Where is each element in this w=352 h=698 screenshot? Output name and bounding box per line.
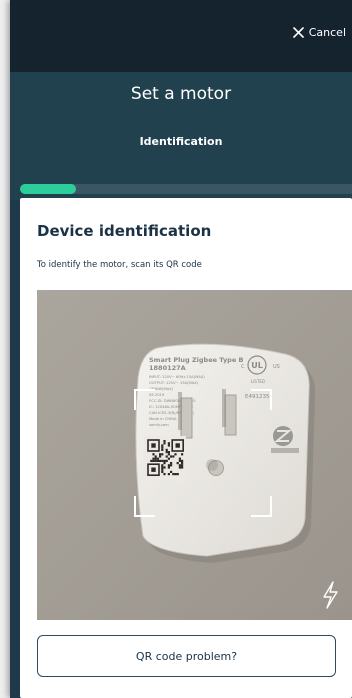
device-label-output: OUTPUT: 120V~ 15A(MAX) [149, 381, 199, 385]
identification-card: Device identification To identify the mo… [20, 198, 352, 698]
svg-text:C: C [241, 364, 245, 370]
device-label-name: Smart Plug Zigbee Type B [149, 356, 244, 364]
device-label-site: somfy.com [149, 423, 169, 427]
qr-code-problem-button[interactable]: QR code problem? [37, 635, 336, 677]
app-frame: Cancel Set a motor Identification Device… [10, 0, 352, 698]
close-icon [292, 27, 304, 38]
header: Set a motor Identification [10, 72, 352, 200]
device-label-input: INPUT: 120V~ 60Hz 15A(MAX) [149, 375, 205, 379]
device-photo: Smart Plug Zigbee Type B 1880127A INPUT:… [37, 290, 352, 620]
cancel-button[interactable]: Cancel [292, 26, 346, 39]
plug-prong-left [180, 397, 193, 439]
progress-fill [20, 184, 77, 194]
card-description: To identify the motor, scan its QR code [37, 260, 202, 270]
camera-viewfinder[interactable]: Smart Plug Zigbee Type B 1880127A INPUT:… [37, 290, 352, 620]
progress-bar [20, 184, 352, 194]
device-label-origin: Made in CHINA [149, 417, 177, 421]
svg-text:US: US [273, 364, 280, 370]
etl-number: E491235 [245, 394, 270, 400]
step-subtitle: Identification [139, 135, 223, 148]
cancel-label: Cancel [308, 26, 346, 39]
svg-text:UL: UL [251, 361, 263, 370]
page-title: Set a motor [130, 84, 232, 104]
card-title: Device identification [37, 222, 212, 240]
plug-prong-right [224, 394, 237, 436]
ul-listed-text: LISTED [251, 379, 265, 384]
top-bar: Cancel [10, 0, 352, 72]
qr-code-problem-label: QR code problem? [135, 649, 238, 663]
device-label-model: 1880127A [149, 364, 186, 372]
device-label-date: 06 2019 [149, 393, 165, 397]
